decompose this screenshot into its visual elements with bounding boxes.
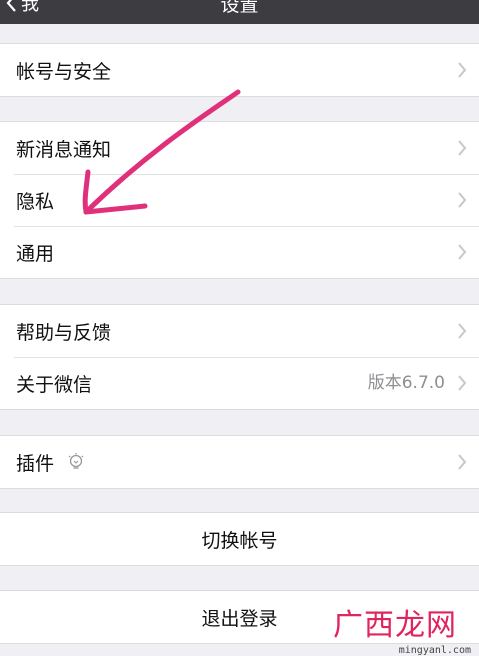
switch-account-group: 切换帐号	[0, 512, 479, 566]
nav-bar: 我 设置	[0, 0, 479, 24]
settings-item-help-feedback[interactable]: 帮助与反馈	[0, 305, 479, 357]
chevron-right-icon	[457, 375, 467, 391]
settings-item-label: 通用	[16, 242, 55, 265]
switch-account-button[interactable]: 切换帐号	[0, 513, 479, 565]
lightbulb-icon	[66, 452, 86, 472]
settings-group-general: 新消息通知 隐私 通用	[0, 121, 479, 279]
page-title: 设置	[220, 0, 259, 16]
settings-item-label: 帐号与安全	[16, 60, 112, 83]
settings-group-plugins: 插件	[0, 435, 479, 489]
logout-label: 退出登录	[201, 607, 278, 630]
settings-item-privacy[interactable]: 隐私	[0, 174, 479, 226]
chevron-right-icon	[457, 140, 467, 156]
settings-item-label: 隐私	[16, 190, 55, 213]
switch-account-label: 切换帐号	[201, 529, 278, 552]
settings-item-account-security[interactable]: 帐号与安全	[0, 44, 479, 96]
settings-item-label: 新消息通知	[16, 138, 112, 161]
chevron-right-icon	[457, 323, 467, 339]
settings-item-notifications[interactable]: 新消息通知	[0, 122, 479, 174]
chevron-right-icon	[457, 244, 467, 260]
watermark-url: mingyanl.com	[398, 645, 471, 656]
settings-item-plugins[interactable]: 插件	[0, 436, 479, 488]
settings-group-account: 帐号与安全	[0, 43, 479, 97]
version-label: 版本6.7.0	[367, 373, 445, 393]
chevron-right-icon	[457, 62, 467, 78]
settings-item-label: 帮助与反馈	[16, 321, 112, 344]
settings-item-general[interactable]: 通用	[0, 226, 479, 278]
settings-item-about-wechat[interactable]: 关于微信 版本6.7.0	[0, 357, 479, 409]
settings-item-label: 插件	[16, 452, 55, 475]
chevron-right-icon	[457, 454, 467, 470]
watermark-logo: 广西龙网	[333, 608, 457, 643]
settings-item-label: 关于微信	[16, 373, 93, 396]
chevron-right-icon	[457, 192, 467, 208]
settings-group-about: 帮助与反馈 关于微信 版本6.7.0	[0, 304, 479, 410]
